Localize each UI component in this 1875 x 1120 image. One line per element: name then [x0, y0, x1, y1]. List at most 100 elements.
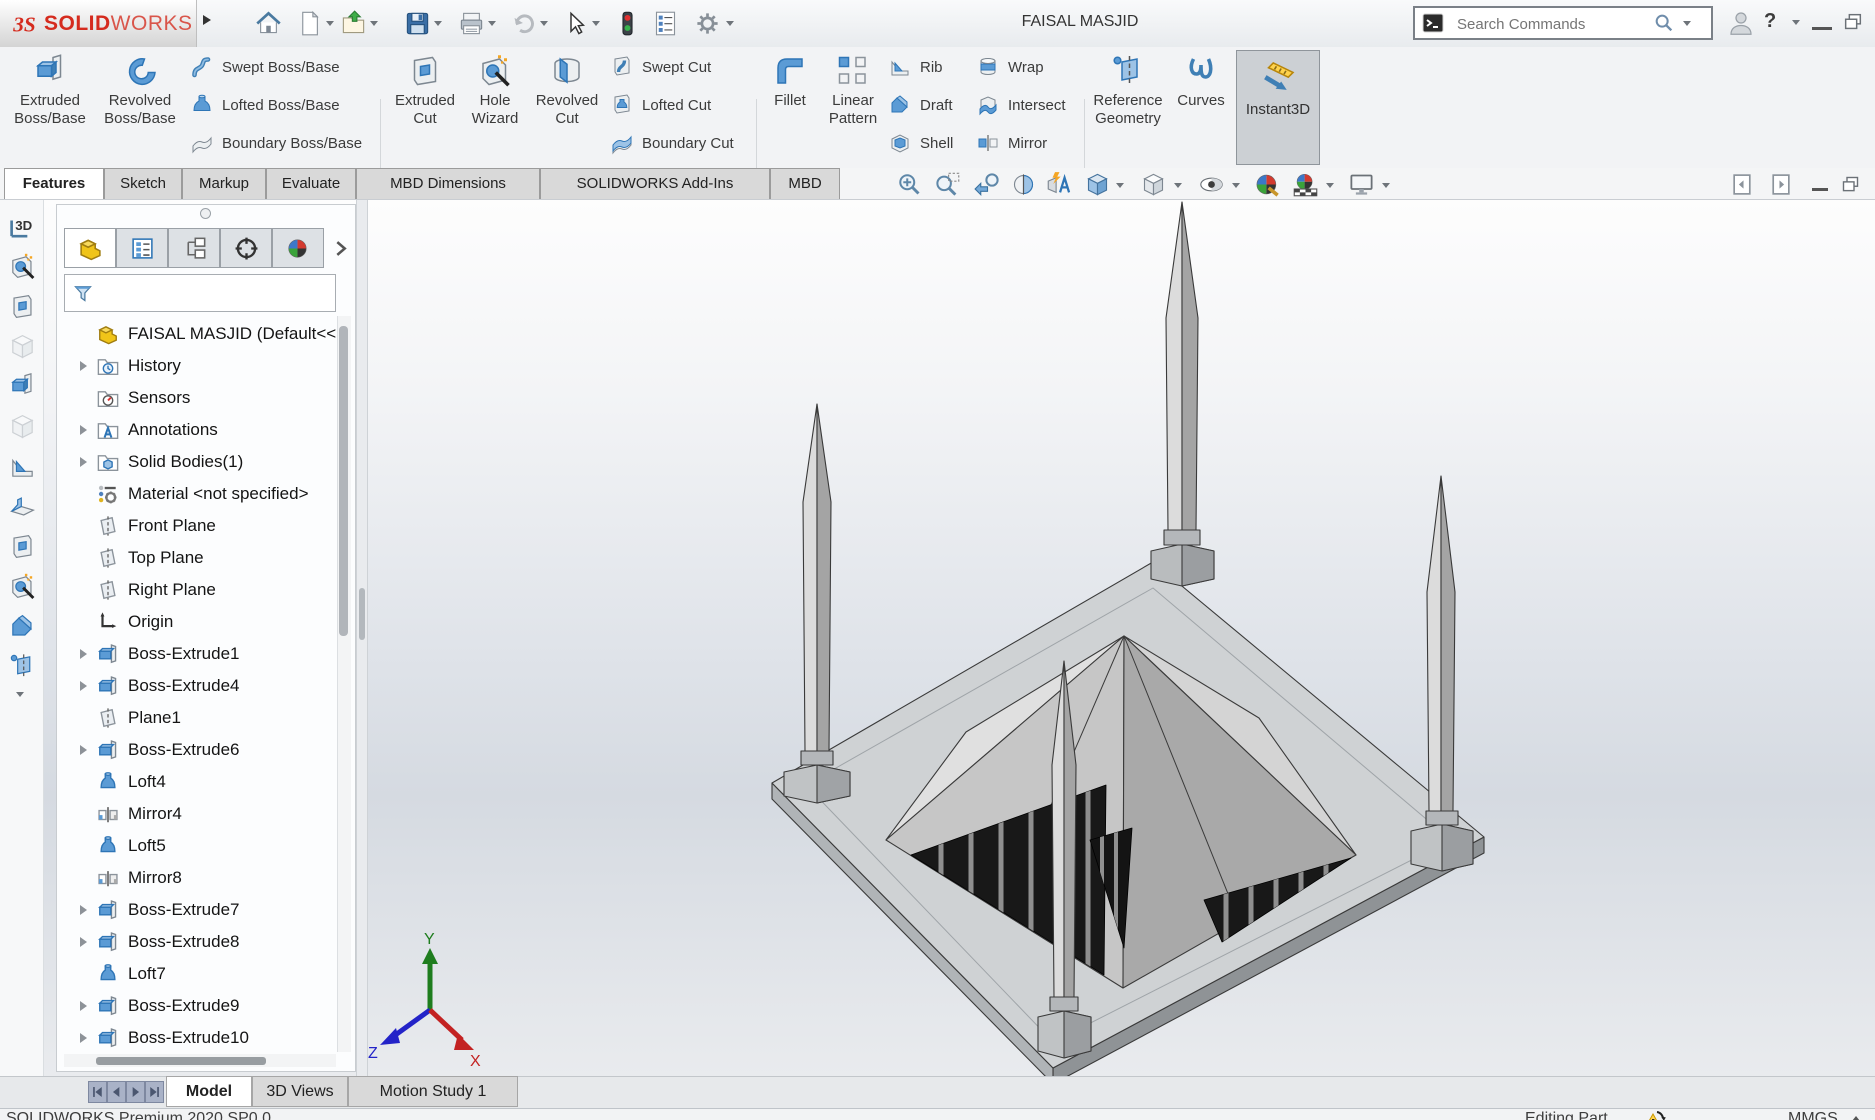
expand-arrow-icon[interactable] — [80, 1033, 92, 1043]
select-dropdown[interactable] — [592, 21, 600, 30]
shell-button[interactable]: Shell — [888, 131, 953, 155]
shortcut-sheet-metal-icon[interactable] — [8, 492, 37, 521]
document-minimize-button[interactable] — [1812, 188, 1828, 191]
apply-scene-dropdown[interactable] — [1326, 183, 1334, 192]
tree-item-boss-extrude1[interactable]: Boss-Extrude1 — [60, 638, 338, 670]
zoom-to-area-icon[interactable] — [934, 171, 961, 198]
rib-button[interactable]: Rib — [888, 55, 943, 79]
expand-arrow-icon[interactable] — [80, 937, 92, 947]
save-button[interactable] — [404, 10, 431, 37]
shortcut-hole-wizard-icon[interactable] — [8, 572, 37, 601]
instant3d-button-active[interactable]: Instant3D — [1236, 50, 1320, 165]
shortcut-sketch-wizard-icon[interactable] — [8, 252, 37, 281]
tree-item-history[interactable]: History — [60, 350, 338, 382]
tree-item-boss-extrude6[interactable]: Boss-Extrude6 — [60, 734, 338, 766]
revolved-cut-button[interactable]: Revolved Cut — [532, 53, 602, 128]
shortcut-extruded-boss-icon[interactable] — [8, 372, 37, 401]
tab-solidworks-addins[interactable]: SOLIDWORKS Add-Ins — [540, 168, 770, 199]
expand-arrow-icon[interactable] — [80, 681, 92, 691]
tab-scroll-last-button[interactable] — [145, 1081, 164, 1103]
swept-boss-base-button[interactable]: Swept Boss/Base — [190, 55, 340, 79]
panel-tab-feature-tree[interactable] — [64, 228, 116, 268]
collapse-pane-left-icon[interactable] — [1730, 172, 1755, 197]
display-style-dropdown[interactable] — [1174, 183, 1182, 192]
tree-item-loft5[interactable]: Loft5 — [60, 830, 338, 862]
shortcut-bar-dropdown[interactable] — [16, 692, 24, 701]
draft-button[interactable]: Draft — [888, 93, 953, 117]
view-orientation-dropdown[interactable] — [1116, 183, 1124, 192]
undo-button[interactable] — [510, 10, 537, 37]
model-faisal-masjid[interactable]: Y Z X — [366, 200, 1875, 1076]
curves-button[interactable]: Curves — [1172, 53, 1230, 110]
tree-root-part[interactable]: FAISAL MASJID (Default<<D — [60, 318, 338, 350]
tab-markup[interactable]: Markup — [182, 168, 266, 199]
status-units-text[interactable]: MMGS — [1788, 1110, 1838, 1120]
undo-dropdown[interactable] — [540, 21, 548, 30]
tree-horizontal-scrollbar-thumb[interactable] — [96, 1057, 266, 1065]
new-document-dropdown[interactable] — [326, 21, 334, 30]
view-settings-icon[interactable] — [1348, 171, 1375, 198]
tree-item-sensors[interactable]: Sensors — [60, 382, 338, 414]
tree-item-boss-extrude7[interactable]: Boss-Extrude7 — [60, 894, 338, 926]
boundary-boss-base-button[interactable]: Boundary Boss/Base — [190, 131, 362, 155]
document-restore-button[interactable] — [1840, 174, 1861, 195]
tree-item-loft4[interactable]: Loft4 — [60, 766, 338, 798]
options-dropdown[interactable] — [726, 21, 734, 30]
user-login-icon[interactable] — [1726, 8, 1756, 38]
intersect-button[interactable]: Intersect — [976, 93, 1066, 117]
toolbar-expand-arrow[interactable] — [203, 15, 216, 25]
tab-mbd-dimensions[interactable]: MBD Dimensions — [356, 168, 540, 199]
hide-show-items-icon[interactable] — [1198, 171, 1225, 198]
linear-pattern-button[interactable]: Linear Pattern — [822, 53, 884, 128]
print-dropdown[interactable] — [488, 21, 496, 30]
previous-view-icon[interactable] — [974, 171, 1001, 198]
tree-item-front-plane[interactable]: Front Plane — [60, 510, 338, 542]
tree-item-boss-extrude9[interactable]: Boss-Extrude9 — [60, 990, 338, 1022]
panel-splitter-handle[interactable] — [359, 588, 365, 640]
shortcut-rib-icon[interactable] — [8, 452, 37, 481]
tree-item-material[interactable]: Material <not specified> — [60, 478, 338, 510]
hole-wizard-button[interactable]: Hole Wizard — [462, 53, 528, 128]
new-document-button[interactable] — [296, 10, 323, 37]
search-commands-box[interactable] — [1413, 6, 1713, 40]
expand-arrow-icon[interactable] — [80, 425, 92, 435]
tab-evaluate[interactable]: Evaluate — [266, 168, 356, 199]
reference-geometry-button[interactable]: Reference Geometry — [1088, 53, 1168, 128]
tab-3d-views[interactable]: 3D Views — [252, 1076, 348, 1107]
help-dropdown[interactable] — [1792, 20, 1800, 29]
options-gear-button[interactable] — [694, 10, 721, 37]
panel-resize-handle[interactable] — [200, 208, 211, 219]
tree-item-right-plane[interactable]: Right Plane — [60, 574, 338, 606]
display-style-icon[interactable] — [1140, 171, 1167, 198]
tree-item-loft7[interactable]: Loft7 — [60, 958, 338, 990]
tree-item-mirror4[interactable]: Mirror4 — [60, 798, 338, 830]
expand-arrow-icon[interactable] — [80, 1001, 92, 1011]
expand-arrow-icon[interactable] — [80, 649, 92, 659]
lofted-boss-base-button[interactable]: Lofted Boss/Base — [190, 93, 340, 117]
tab-scroll-next-button[interactable] — [126, 1081, 145, 1103]
panel-tab-configuration-manager[interactable] — [168, 228, 220, 268]
fillet-button[interactable]: Fillet — [764, 53, 816, 110]
tree-item-top-plane[interactable]: Top Plane — [60, 542, 338, 574]
swept-cut-button[interactable]: Swept Cut — [610, 55, 711, 79]
search-dropdown[interactable] — [1683, 21, 1691, 30]
annotation-visibility-icon[interactable] — [1046, 171, 1073, 198]
shortcut-cut-icon[interactable] — [8, 532, 37, 561]
section-view-icon[interactable] — [1010, 171, 1037, 198]
tab-motion-study-1[interactable]: Motion Study 1 — [348, 1076, 518, 1107]
rebuild-traffic-light-button[interactable] — [614, 10, 641, 37]
file-properties-button[interactable] — [652, 10, 679, 37]
tab-scroll-previous-button[interactable] — [107, 1081, 126, 1103]
expand-arrow-icon[interactable] — [80, 457, 92, 467]
units-dropdown-arrow[interactable] — [1852, 1112, 1860, 1120]
mirror-button[interactable]: Mirror — [976, 131, 1047, 155]
extruded-boss-base-button[interactable]: Extruded Boss/Base — [6, 53, 94, 128]
zoom-to-fit-icon[interactable] — [896, 171, 923, 198]
help-button[interactable]: ? — [1764, 10, 1776, 33]
tree-item-origin[interactable]: Origin — [60, 606, 338, 638]
shortcut-3d-sketch-icon[interactable] — [8, 212, 37, 241]
view-orientation-icon[interactable] — [1084, 171, 1111, 198]
view-settings-dropdown[interactable] — [1382, 183, 1390, 192]
panel-tab-property-manager[interactable] — [116, 228, 168, 268]
open-button[interactable] — [340, 10, 367, 37]
